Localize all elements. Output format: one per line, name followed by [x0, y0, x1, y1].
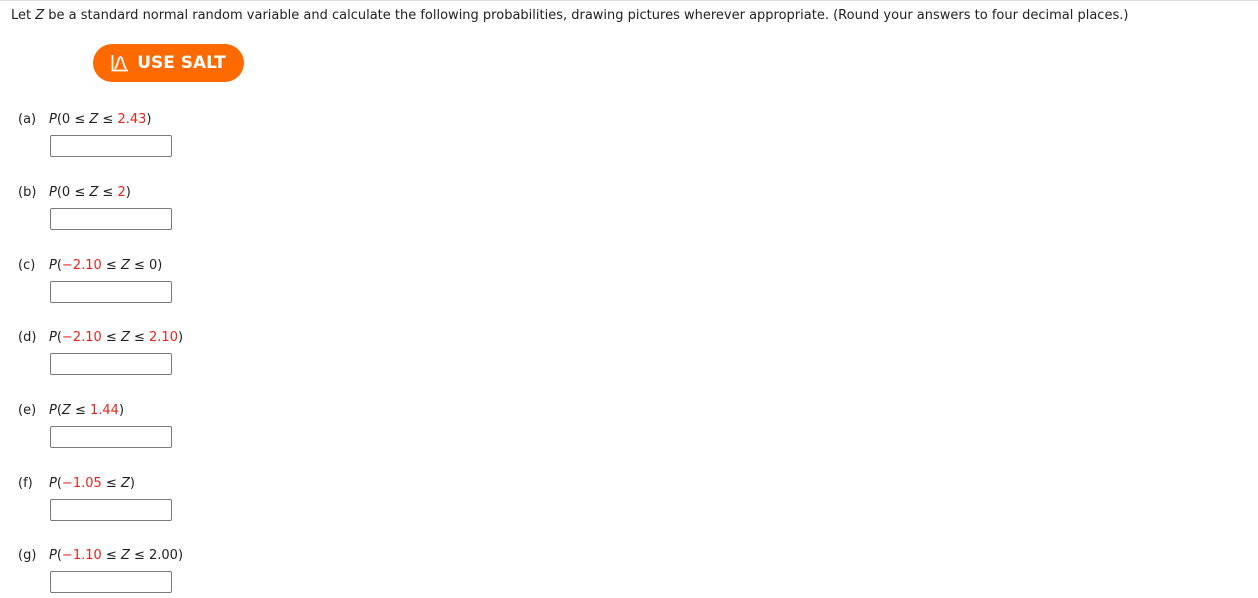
question-b: (b) P(0 ≤ Z ≤ 2)	[18, 185, 131, 201]
variable-z: Z	[120, 476, 130, 491]
probability-expression: P(−2.10 ≤ Z ≤ 0)	[49, 258, 162, 273]
expression-text: )	[177, 330, 184, 345]
expression-text: 0 ≤	[61, 112, 90, 127]
prob-symbol: P	[49, 185, 57, 200]
probability-expression: P(−1.10 ≤ Z ≤ 2.00)	[49, 548, 183, 563]
highlighted-value: 2	[117, 185, 126, 200]
answer-input-b[interactable]	[50, 208, 172, 230]
highlighted-value: 2.10	[149, 330, 178, 345]
expression-text: ≤	[98, 112, 118, 127]
variable-z: Z	[120, 258, 130, 273]
expression-text: ≤	[98, 185, 118, 200]
answer-input-a[interactable]	[50, 135, 172, 157]
probability-expression: P(0 ≤ Z ≤ 2.43)	[49, 112, 151, 127]
prob-symbol: P	[49, 548, 57, 563]
intro-prefix: Let	[11, 8, 36, 23]
question-f: (f) P(−1.05 ≤ Z)	[18, 476, 135, 492]
expression-text: )	[118, 403, 125, 418]
question-a: (a) P(0 ≤ Z ≤ 2.43)	[18, 112, 151, 128]
intro-suffix: be a standard normal random variable and…	[44, 8, 1129, 23]
question-label: (d)	[18, 330, 37, 345]
question-label: (f)	[18, 476, 33, 491]
highlighted-value: 1.44	[90, 403, 119, 418]
expression-text: )	[146, 112, 152, 127]
expression-text: ≤ 2.00)	[129, 548, 184, 563]
question-c: (c) P(−2.10 ≤ Z ≤ 0)	[18, 258, 162, 274]
variable-z: Z	[89, 185, 99, 200]
highlighted-value: −2.10	[61, 330, 102, 345]
variable-z: Z	[120, 548, 130, 563]
probability-expression: P(Z ≤ 1.44)	[49, 403, 124, 418]
expression-text: ≤	[70, 403, 90, 418]
question-g: (g) P(−1.10 ≤ Z ≤ 2.00)	[18, 548, 183, 564]
expression-text: ≤	[101, 330, 121, 345]
expression-text: ≤	[101, 548, 121, 563]
prob-symbol: P	[49, 112, 57, 127]
highlighted-value: −1.05	[61, 476, 102, 491]
question-d: (d) P(−2.10 ≤ Z ≤ 2.10)	[18, 330, 183, 346]
prob-symbol: P	[49, 330, 57, 345]
prob-symbol: P	[49, 258, 57, 273]
expression-text: ≤	[101, 258, 121, 273]
variable-z: Z	[61, 403, 71, 418]
answer-input-f[interactable]	[50, 499, 172, 521]
highlighted-value: 2.43	[117, 112, 147, 127]
highlighted-value: −1.10	[61, 548, 102, 563]
probability-expression: P(−1.05 ≤ Z)	[49, 476, 135, 491]
expression-text: 0 ≤	[61, 185, 90, 200]
question-label: (e)	[18, 403, 37, 418]
question-label: (c)	[18, 258, 36, 273]
top-divider	[0, 0, 1258, 1]
question-label: (g)	[18, 548, 37, 563]
use-salt-label: USE SALT	[137, 53, 226, 73]
intro-variable: Z	[35, 8, 45, 23]
probability-expression: P(0 ≤ Z ≤ 2)	[49, 185, 131, 200]
prob-symbol: P	[49, 476, 57, 491]
highlighted-value: −2.10	[61, 258, 102, 273]
bell-curve-icon	[111, 55, 129, 72]
expression-text: )	[125, 185, 131, 200]
prob-symbol: P	[49, 403, 57, 418]
expression-text: ≤	[101, 476, 121, 491]
expression-text: )	[129, 476, 135, 491]
probability-expression: P(−2.10 ≤ Z ≤ 2.10)	[49, 330, 183, 345]
answer-input-d[interactable]	[50, 353, 172, 375]
question-label: (a)	[18, 112, 37, 127]
problem-statement: Let Z be a standard normal random variab…	[11, 8, 1128, 24]
expression-text: ≤ 0)	[129, 258, 163, 273]
use-salt-button[interactable]: USE SALT	[93, 44, 244, 82]
expression-text: ≤	[129, 330, 150, 345]
question-e: (e) P(Z ≤ 1.44)	[18, 403, 124, 419]
variable-z: Z	[89, 112, 99, 127]
variable-z: Z	[120, 330, 130, 345]
answer-input-c[interactable]	[50, 281, 172, 303]
answer-input-g[interactable]	[50, 571, 172, 593]
question-label: (b)	[18, 185, 37, 200]
answer-input-e[interactable]	[50, 426, 172, 448]
